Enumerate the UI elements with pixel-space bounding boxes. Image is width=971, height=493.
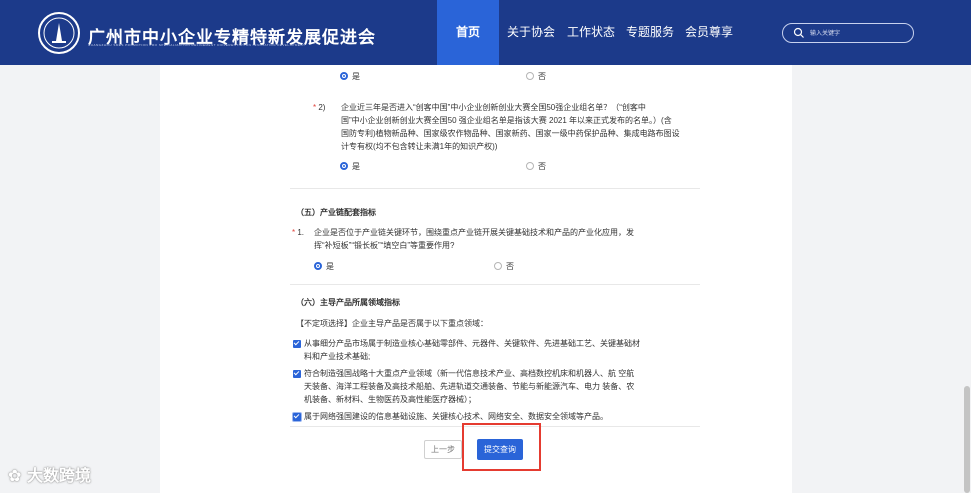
nav-home[interactable]: 首页 (437, 0, 499, 65)
main-nav: 首页 关于协会 工作状态 专题服务 会员尊享 (437, 0, 737, 65)
section5-title: （五）产业链配套指标 (296, 208, 376, 217)
q2-radio-no[interactable] (526, 162, 534, 170)
q2-line-2: 国”中小企业创新创业大赛全国50 强企业组名单是指该大赛 2021 年以来正式发… (341, 116, 672, 125)
s6-option-3-line-1: 属于网络强国建设的信息基础设施、关键核心技术、网络安全、数据安全领域等产品。 (304, 412, 608, 421)
s5-q1-line-1: 企业是否位于产业链关键环节，围绕重点产业链开展关键基础技术和产品的产业化应用，发 (314, 228, 634, 237)
q2-line-1: 企业近三年是否进入“创客中国”中小企业创新创业大赛全国50强企业组名单？（“创客… (341, 103, 646, 112)
s6-option-1-line-1: 从事细分产品市场属于制造业核心基础零部件、元器件、关键软件、先进基础工艺、关键基… (304, 339, 640, 348)
page-scrollbar-thumb[interactable] (964, 386, 970, 493)
top-option-yes-label: 是 (352, 72, 360, 81)
q2-line-4: 计专有权(均不包含转让未满1年的知识产权)) (341, 142, 498, 151)
prev-step-button[interactable]: 上一步 (424, 440, 462, 459)
q2-line-3: 国防专利)植物新品种、国家级农作物品种、国家新药、国家一级中药保护品种、集成电路… (341, 129, 680, 138)
divider (290, 284, 700, 285)
watermark-icon: ✿ (8, 466, 27, 485)
submit-highlight-box (462, 423, 541, 471)
top-option-no-label: 否 (538, 72, 546, 81)
search-box[interactable]: 输入关键字 (782, 23, 914, 43)
section6-title: （六）主导产品所属领域指标 (296, 298, 400, 307)
nav-topic-services[interactable]: 专题服务 (619, 0, 681, 65)
s5-q1-radio-yes[interactable] (314, 262, 322, 270)
s6-option-2-line-1: 符合制造强国战略十大重点产业领域（新一代信息技术产业、高档数控机床和机器人、航 … (304, 369, 635, 378)
q2-option-yes-label: 是 (352, 162, 360, 171)
nav-member-benefits[interactable]: 会员尊享 (681, 0, 737, 65)
divider (290, 188, 700, 189)
search-icon (793, 27, 804, 38)
s6-option-2-checkbox[interactable] (293, 370, 301, 378)
s5-q1-number: * 1. (292, 228, 305, 237)
emblem-logo[interactable] (38, 12, 80, 54)
s6-option-3-checkbox[interactable] (293, 413, 301, 421)
top-radio-yes[interactable] (340, 72, 348, 80)
top-radio-no[interactable] (526, 72, 534, 80)
q2-number: * 2) (313, 103, 326, 112)
search-input[interactable]: 输入关键字 (810, 28, 840, 37)
s6-option-1-line-2: 料和产业技术基础; (304, 352, 371, 361)
site-subtitle: GUANGZHOU SMES PROMOTION PRO SPECIALIZAT… (88, 43, 306, 47)
section6-prompt: 【不定项选择】企业主导产品是否属于以下重点领域： (296, 319, 488, 328)
nav-about[interactable]: 关于协会 (499, 0, 563, 65)
q2-radio-yes[interactable] (340, 162, 348, 170)
s6-option-2-line-3: 机装备、新材料、生物医药及高性能医疗器械）； (304, 395, 476, 404)
q2-option-no-label: 否 (538, 162, 546, 171)
watermark: ✿ 大数跨境 (8, 466, 91, 485)
s5-q1-radio-no[interactable] (494, 262, 502, 270)
s6-option-1-checkbox[interactable] (293, 340, 301, 348)
s6-option-2-line-2: 天装备、海洋工程装备及高技术船舶、先进轨道交通装备、节能与新能源汽车、电力 装备… (304, 382, 635, 391)
s5-q1-line-2: 挥“补短板”“锻长板”“填空白”等重要作用? (314, 241, 455, 250)
nav-work-status[interactable]: 工作状态 (563, 0, 619, 65)
s5-q1-option-no-label: 否 (506, 262, 514, 271)
s5-q1-option-yes-label: 是 (326, 262, 334, 271)
top-header: 广州市中小企业专精特新发展促进会 GUANGZHOU SMES PROMOTIO… (0, 0, 971, 65)
